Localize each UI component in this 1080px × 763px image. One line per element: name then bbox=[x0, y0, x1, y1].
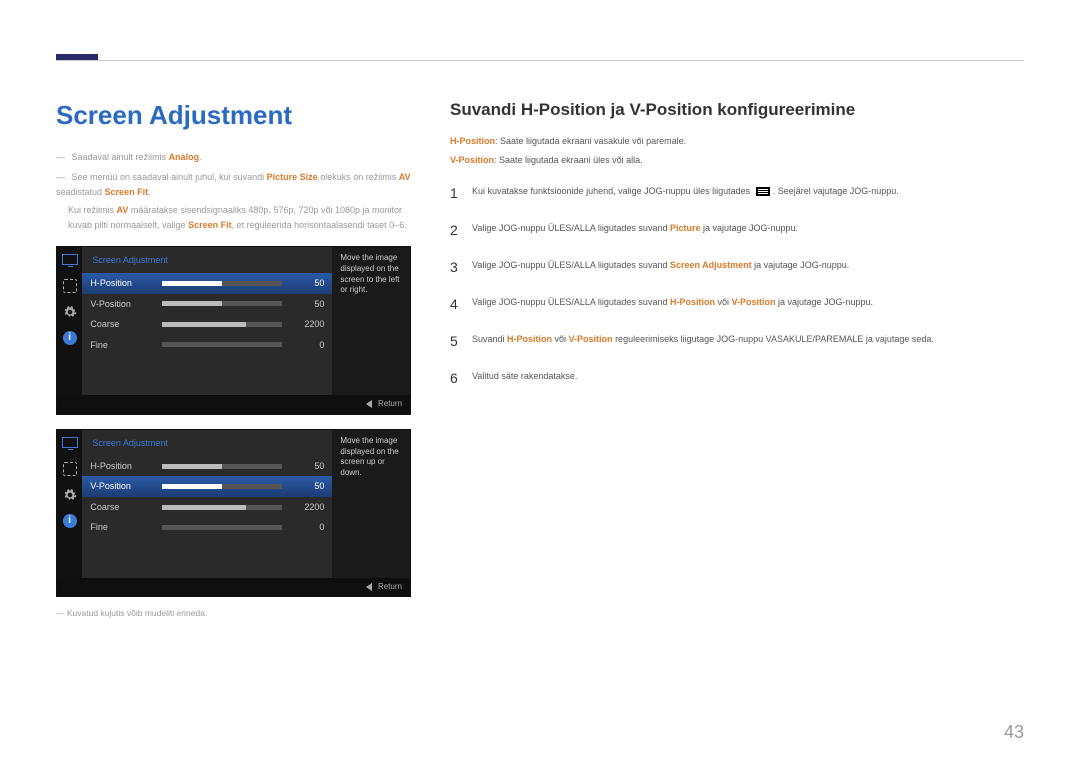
osd1-main: Screen Adjustment H-Position 50V-Positio… bbox=[82, 247, 332, 395]
n2-m2: seadistatud bbox=[56, 187, 105, 197]
osd-row-bar bbox=[162, 484, 282, 489]
n2-b1: Picture Size bbox=[267, 172, 318, 182]
step-6: 6Valitud säte rakendatakse. bbox=[450, 368, 1025, 389]
osd-row-bar bbox=[162, 464, 282, 469]
osd-row-label: Fine bbox=[90, 520, 162, 534]
osd-row-value: 50 bbox=[290, 276, 324, 290]
osd1-title: Screen Adjustment bbox=[82, 247, 332, 273]
header-rule bbox=[56, 60, 1024, 61]
page-title: Screen Adjustment bbox=[56, 100, 292, 131]
disclaimer: ― Kuvatud kujutis võib mudeliti erineda. bbox=[56, 607, 421, 621]
osd-row-h-position: H-Position 50 bbox=[82, 456, 332, 476]
n3-b2: Screen Fit bbox=[188, 220, 232, 230]
osd-row-v-position: V-Position 50 bbox=[82, 294, 332, 314]
note1-b: Analog bbox=[169, 152, 200, 162]
step-number: 4 bbox=[450, 294, 472, 315]
page-number: 43 bbox=[1004, 722, 1024, 743]
osd-row-bar bbox=[162, 301, 282, 306]
step-text: Valige JOG-nuppu ÜLES/ALLA liigutades su… bbox=[472, 257, 1025, 278]
osd-row-label: H-Position bbox=[90, 276, 162, 290]
n2-post: . bbox=[148, 187, 151, 197]
osd-row-coarse: Coarse 2200 bbox=[82, 314, 332, 334]
osd2-nav-icons: i bbox=[57, 430, 82, 578]
desc-v-position: V-Position: Saate liigutada ekraani üles… bbox=[450, 153, 1025, 168]
n2-m1: olekuks on režiimis bbox=[318, 172, 399, 182]
step-text: Suvandi H-Position või V-Position regule… bbox=[472, 331, 1025, 352]
osd-row-value: 50 bbox=[290, 459, 324, 473]
n2-b3: Screen Fit bbox=[105, 187, 149, 197]
osd-row-bar bbox=[162, 342, 282, 347]
osd-row-label: Fine bbox=[90, 338, 162, 352]
monitor-icon bbox=[62, 436, 78, 450]
step-5: 5Suvandi H-Position või V-Position regul… bbox=[450, 331, 1025, 352]
osd-row-h-position: H-Position 50 bbox=[82, 273, 332, 293]
gear-icon bbox=[62, 488, 78, 502]
note1-pre: Saadaval ainult režiimis bbox=[72, 152, 169, 162]
osd2-return: Return bbox=[378, 582, 402, 591]
osd2-main: Screen Adjustment H-Position 50V-Positio… bbox=[82, 430, 332, 578]
osd-row-value: 50 bbox=[290, 297, 324, 311]
osd-row-label: Coarse bbox=[90, 500, 162, 514]
osd-row-bar bbox=[162, 281, 282, 286]
steps-list: 1Kui kuvatakse funktsioonide juhend, val… bbox=[450, 183, 1025, 389]
desc-h-position: H-Position: Saate liigutada ekraani vasa… bbox=[450, 134, 1025, 149]
osd-row-value: 0 bbox=[290, 520, 324, 534]
osd-row-value: 50 bbox=[290, 479, 324, 493]
step-number: 2 bbox=[450, 220, 472, 241]
step-text: Kui kuvatakse funktsioonide juhend, vali… bbox=[472, 183, 1025, 204]
step-number: 3 bbox=[450, 257, 472, 278]
osd-row-v-position: V-Position 50 bbox=[82, 476, 332, 496]
step-number: 1 bbox=[450, 183, 472, 204]
osd-row-value: 2200 bbox=[290, 500, 324, 514]
osd-row-bar bbox=[162, 525, 282, 530]
osd2-help: Move the image displayed on the screen u… bbox=[332, 430, 410, 578]
step-text: Valige JOG-nuppu ÜLES/ALLA liigutades su… bbox=[472, 220, 1025, 241]
osd-row-label: V-Position bbox=[90, 479, 162, 493]
step-2: 2Valige JOG-nuppu ÜLES/ALLA liigutades s… bbox=[450, 220, 1025, 241]
osd-row-value: 2200 bbox=[290, 317, 324, 331]
gear-icon bbox=[62, 305, 78, 319]
osd1-footer: Return bbox=[57, 395, 410, 414]
osd-row-label: V-Position bbox=[90, 297, 162, 311]
step-number: 5 bbox=[450, 331, 472, 352]
monitor-icon bbox=[62, 253, 78, 267]
n3-pre: Kui režiimis bbox=[68, 205, 117, 215]
osd-panel-1: i Screen Adjustment H-Position 50V-Posit… bbox=[56, 246, 411, 415]
osd-row-label: Coarse bbox=[90, 317, 162, 331]
left-column: ― Saadaval ainult režiimis Analog. ― See… bbox=[56, 150, 421, 621]
osd-row-fine: Fine 0 bbox=[82, 517, 332, 537]
step-4: 4Valige JOG-nuppu ÜLES/ALLA liigutades s… bbox=[450, 294, 1025, 315]
note-picture-size: ― See menüü on saadaval ainult juhul, ku… bbox=[56, 170, 421, 232]
osd2-title: Screen Adjustment bbox=[82, 430, 332, 456]
osd-row-bar bbox=[162, 322, 282, 327]
osd-panel-2: i Screen Adjustment H-Position 50V-Posit… bbox=[56, 429, 411, 598]
osd2-footer: Return bbox=[57, 578, 410, 597]
step-text: Valitud säte rakendatakse. bbox=[472, 368, 1025, 389]
step-1: 1Kui kuvatakse funktsioonide juhend, val… bbox=[450, 183, 1025, 204]
osd-row-value: 0 bbox=[290, 338, 324, 352]
picture-icon bbox=[62, 462, 78, 476]
step-number: 6 bbox=[450, 368, 472, 389]
right-column: Suvandi H-Position ja V-Position konfigu… bbox=[450, 100, 1025, 405]
note1-post: . bbox=[199, 152, 202, 162]
step-3: 3Valige JOG-nuppu ÜLES/ALLA liigutades s… bbox=[450, 257, 1025, 278]
osd-row-fine: Fine 0 bbox=[82, 335, 332, 355]
n2-b2: AV bbox=[399, 172, 411, 182]
info-icon: i bbox=[62, 514, 78, 528]
osd-row-label: H-Position bbox=[90, 459, 162, 473]
osd-row-bar bbox=[162, 505, 282, 510]
osd1-help: Move the image displayed on the screen t… bbox=[332, 247, 410, 395]
n2-pre: See menüü on saadaval ainult juhul, kui … bbox=[72, 172, 267, 182]
info-icon: i bbox=[62, 331, 78, 345]
osd1-return: Return bbox=[378, 399, 402, 408]
picture-icon bbox=[62, 279, 78, 293]
step-text: Valige JOG-nuppu ÜLES/ALLA liigutades su… bbox=[472, 294, 1025, 315]
note-analog: ― Saadaval ainult režiimis Analog. bbox=[56, 150, 421, 164]
osd-row-coarse: Coarse 2200 bbox=[82, 497, 332, 517]
menu-icon bbox=[756, 187, 770, 196]
n3-b1: AV bbox=[117, 205, 129, 215]
n3-post: , et reguleerida horisontaalasendi taset… bbox=[232, 220, 407, 230]
osd1-nav-icons: i bbox=[57, 247, 82, 395]
section-subtitle: Suvandi H-Position ja V-Position konfigu… bbox=[450, 100, 1025, 120]
